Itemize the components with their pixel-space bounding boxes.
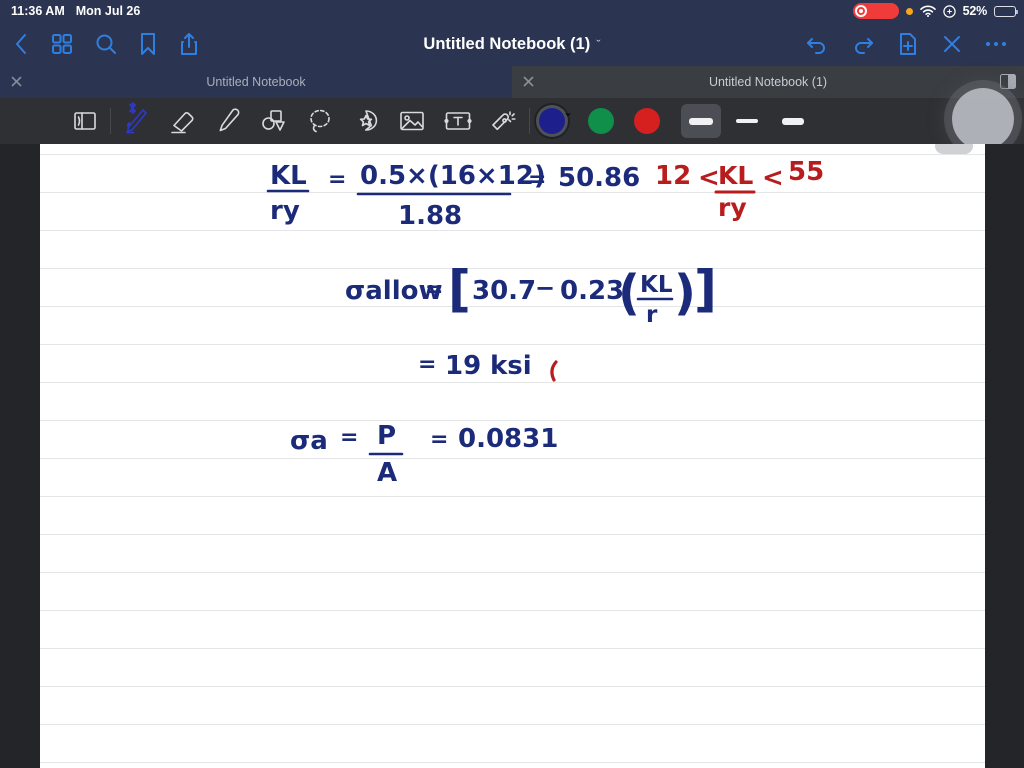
- handwriting-ink-layer: KL ry = 0.5×(16×12) 1.88 = 50.86 12 < KL…: [266, 157, 824, 488]
- search-icon[interactable]: [95, 33, 117, 55]
- ink-ry-denominator: ry: [270, 196, 300, 226]
- redo-icon[interactable]: [852, 34, 874, 54]
- notebook-page[interactable]: KL ry = 0.5×(16×12) 1.88 = 50.86 12 < KL…: [40, 144, 985, 768]
- ink-frac-denominator: 1.88: [398, 201, 462, 231]
- ink-frac-numerator: 0.5×(16×12): [360, 161, 546, 191]
- bluetooth-pencil-icon: [128, 101, 137, 115]
- ink-equals-3: =: [425, 277, 443, 302]
- tab-bar: Untitled Notebook Untitled Notebook (1): [0, 66, 1024, 98]
- ink-kl-numerator-2: KL: [640, 272, 673, 298]
- wifi-icon: [919, 5, 936, 17]
- do-not-disturb-icon: [942, 4, 956, 18]
- tab-close-icon[interactable]: [522, 75, 535, 88]
- ink-kl-numerator: KL: [270, 161, 307, 191]
- color-swatch-navy[interactable]: ˇ: [532, 98, 578, 144]
- ink-result-0-0831: 0.0831: [458, 424, 558, 454]
- text-box-tool[interactable]: [435, 98, 481, 144]
- ink-sigma-a: σa: [290, 426, 328, 456]
- thickness-thin[interactable]: [773, 104, 813, 138]
- status-bar-left: 11:36 AM Mon Jul 26: [0, 4, 140, 18]
- ink-paren-close: ): [674, 265, 696, 321]
- page-layout-tool[interactable]: [62, 98, 108, 144]
- ink-unit-ksi: ksi: [490, 351, 532, 381]
- palette-divider-2: [529, 108, 530, 134]
- app-top-bar: Untitled Notebook (1) ˇ: [0, 22, 1024, 66]
- back-chevron-icon[interactable]: [14, 32, 29, 56]
- ink-a-denominator: A: [377, 458, 397, 488]
- tab-label: Untitled Notebook: [206, 75, 306, 89]
- undo-icon[interactable]: [806, 34, 828, 54]
- status-date: Mon Jul 26: [75, 4, 141, 18]
- ink-equals-1: =: [328, 167, 346, 192]
- record-dot-icon: [854, 5, 867, 17]
- thickness-medium[interactable]: [727, 104, 767, 138]
- ink-equals-2: =: [528, 167, 546, 192]
- note-canvas[interactable]: KL ry = 0.5×(16×12) 1.88 = 50.86 12 < KL…: [0, 144, 1024, 768]
- image-tool[interactable]: [389, 98, 435, 144]
- tab-untitled-notebook-1[interactable]: Untitled Notebook (1): [512, 66, 1024, 98]
- pen-tool[interactable]: [113, 98, 159, 144]
- orange-privacy-dot-icon: [905, 7, 913, 15]
- ink-p-numerator: P: [377, 421, 396, 451]
- ink-annotation-right: 55: [788, 157, 824, 187]
- screen-recording-pill[interactable]: [852, 3, 899, 19]
- ink-minus: −: [535, 274, 555, 302]
- ink-equals-5: =: [340, 425, 358, 450]
- eraser-tool[interactable]: [159, 98, 205, 144]
- more-options-icon[interactable]: [985, 41, 1006, 47]
- top-bar-right-actions: [806, 32, 1024, 56]
- tool-palette: ˇ: [0, 98, 1024, 144]
- ink-value-30-7: 30.7: [472, 276, 536, 306]
- ink-value-0-23: 0.23: [560, 276, 624, 306]
- ink-equals-6: =: [430, 427, 448, 452]
- ink-annotation-left: 12: [655, 161, 691, 191]
- grid-view-icon[interactable]: [51, 33, 73, 55]
- touch-cursor-indicator: [952, 88, 1014, 150]
- ink-annotation-numerator: KL: [718, 161, 753, 190]
- ink-annotation-denominator: ry: [718, 193, 747, 222]
- ink-annotation-lt-1: <: [698, 163, 720, 193]
- close-icon[interactable]: [942, 34, 962, 54]
- tab-untitled-notebook[interactable]: Untitled Notebook: [0, 66, 512, 98]
- bookmark-icon[interactable]: [139, 32, 157, 56]
- ink-r-denominator: r: [646, 302, 658, 328]
- add-page-icon[interactable]: [898, 32, 918, 56]
- ink-bracket-open: [: [448, 260, 471, 318]
- color-swatch-red[interactable]: [624, 98, 670, 144]
- palette-divider: [110, 108, 111, 134]
- ink-equals-4: =: [418, 352, 436, 377]
- sticker-tool[interactable]: [343, 98, 389, 144]
- status-bar: 11:36 AM Mon Jul 26 52%: [0, 0, 1024, 22]
- ink-value-19: 19: [445, 351, 481, 381]
- battery-icon: [994, 5, 1018, 17]
- page-title: Untitled Notebook (1): [423, 34, 591, 53]
- top-bar-left-actions: [0, 32, 199, 56]
- shapes-tool[interactable]: [251, 98, 297, 144]
- tab-close-icon[interactable]: [10, 75, 23, 88]
- thickness-thick[interactable]: [681, 104, 721, 138]
- lasso-tool[interactable]: [297, 98, 343, 144]
- color-swatch-green[interactable]: [578, 98, 624, 144]
- status-bar-right: 52%: [852, 3, 1024, 19]
- tab-label: Untitled Notebook (1): [708, 75, 828, 89]
- ink-red-mark: [550, 360, 558, 382]
- battery-percent: 52%: [962, 4, 988, 18]
- ink-paren-open: (: [618, 265, 640, 321]
- status-time: 11:36 AM: [11, 4, 65, 18]
- ink-result-50-86: 50.86: [558, 163, 640, 193]
- ipad-notability-screen: 11:36 AM Mon Jul 26 52% Untitled Noteboo…: [0, 0, 1024, 768]
- laser-pointer-tool[interactable]: [481, 98, 527, 144]
- chevron-down-icon: ˇ: [565, 112, 571, 129]
- split-view-icon[interactable]: [1000, 74, 1016, 89]
- highlighter-tool[interactable]: [205, 98, 251, 144]
- chevron-down-icon: ˇ: [596, 36, 601, 52]
- ink-annotation-lt-2: <: [762, 163, 784, 193]
- share-icon[interactable]: [179, 32, 199, 56]
- ink-bracket-close: ]: [694, 260, 717, 318]
